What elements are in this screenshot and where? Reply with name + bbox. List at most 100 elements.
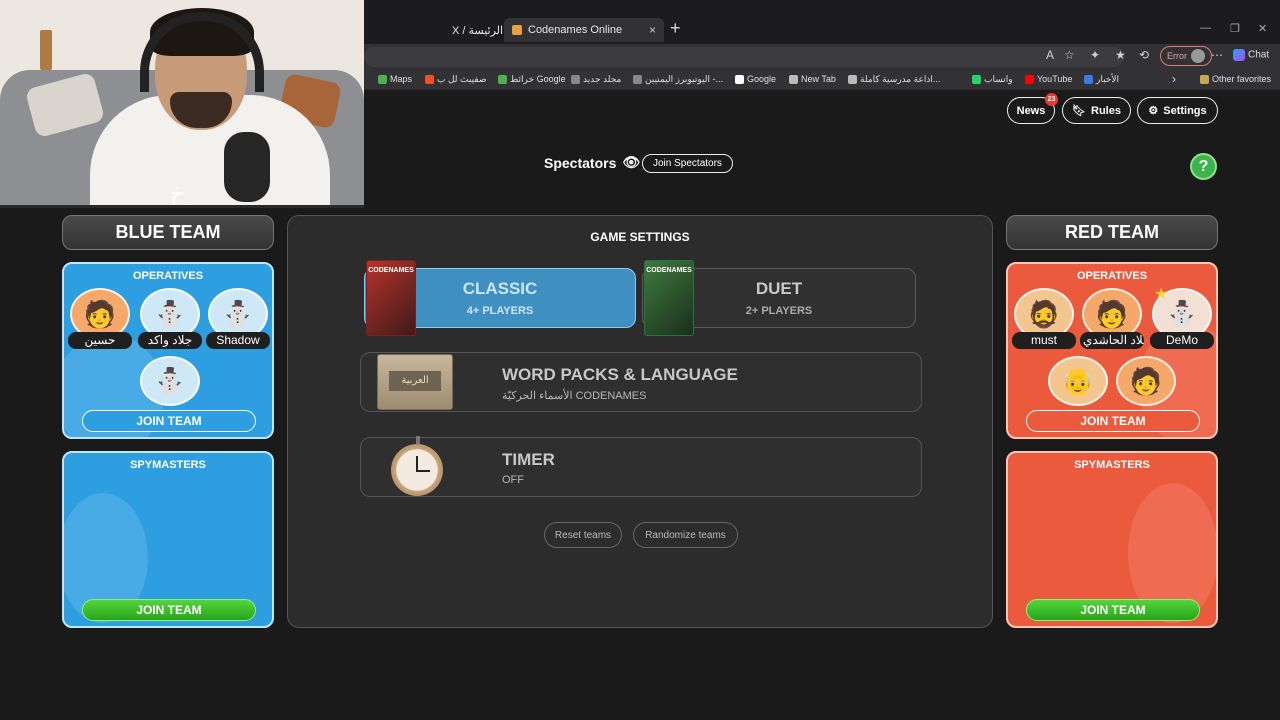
player-card[interactable]: 🧔 must: [1012, 288, 1076, 357]
favorite-item[interactable]: الأخبار: [1084, 74, 1119, 85]
favorite-label: مجلد جديد: [583, 74, 622, 84]
red-join-spymasters-button[interactable]: JOIN TEAM: [1026, 599, 1200, 621]
new-tab-icon[interactable]: +: [670, 18, 681, 39]
spymasters-title: SPYMASTERS: [1074, 459, 1150, 471]
favorite-label: Google: [747, 74, 777, 84]
timer-button[interactable]: TIMER OFF: [360, 436, 922, 497]
settings-button[interactable]: ⚙ Settings: [1137, 97, 1218, 124]
game-settings-panel: GAME SETTINGS CLASSIC 4+ PLAYERS CODENAM…: [287, 215, 993, 628]
favorite-item[interactable]: مجلد جديد: [571, 74, 621, 85]
more-menu-icon[interactable]: ⋯: [1211, 48, 1223, 62]
favorite-item[interactable]: اذاعة مدرسية كاملة...: [848, 74, 940, 85]
randomize-teams-button[interactable]: Randomize teams: [633, 522, 738, 548]
extensions-icon[interactable]: ✦: [1090, 48, 1100, 62]
favorite-item[interactable]: Google: [735, 74, 776, 84]
spectators-label: Spectators 👁︎: [544, 154, 640, 171]
favorite-label: اذاعة مدرسية كاملة...: [860, 74, 941, 84]
blue-spymasters-panel: SPYMASTERS JOIN TEAM: [62, 451, 274, 628]
blue-join-operatives-button[interactable]: JOIN TEAM: [82, 410, 256, 432]
word-packs-button[interactable]: العربية WORD PACKS & LANGUAGE الأسماء ال…: [360, 352, 922, 412]
box-label: CODENAMES: [646, 267, 692, 274]
restore-icon[interactable]: ❐: [1230, 22, 1240, 35]
chat-button[interactable]: Chat: [1233, 49, 1269, 61]
avatar: 👴: [1048, 356, 1108, 406]
reset-teams-button[interactable]: Reset teams: [544, 522, 622, 548]
tab-label: Codenames Online: [528, 24, 623, 36]
help-button[interactable]: ?: [1190, 153, 1217, 180]
favorite-label: صفيبث لل ب: [437, 74, 487, 84]
history-icon[interactable]: ⟲: [1139, 48, 1149, 62]
favorite-item[interactable]: اليوتيوبرز اليمنيين -...: [633, 74, 723, 85]
favorite-item[interactable]: Maps: [378, 74, 412, 84]
classic-box-art: CODENAMES: [366, 260, 416, 336]
chevron-right-icon[interactable]: ›: [1172, 72, 1176, 86]
favorites-icon[interactable]: ★: [1115, 48, 1126, 62]
favorite-item[interactable]: واتساب: [972, 74, 1013, 85]
window-close-icon[interactable]: ✕: [1258, 22, 1267, 35]
favorite-label: New Tab: [801, 74, 836, 84]
player-card[interactable]: ⛄: [138, 356, 202, 406]
bookmark-icon: 🔖︎: [1072, 105, 1086, 117]
favicon-icon: [498, 75, 507, 84]
stopwatch-icon: [391, 436, 443, 496]
shelf-decor: [40, 30, 52, 70]
favorite-star-icon[interactable]: ☆: [1064, 48, 1075, 62]
codenames-favicon-icon: [512, 25, 522, 35]
minimize-icon[interactable]: —: [1200, 22, 1211, 34]
microphone-icon: [224, 132, 270, 202]
other-favorites[interactable]: Other favorites: [1200, 74, 1271, 84]
word-packs-title: WORD PACKS & LANGUAGE: [502, 365, 738, 384]
other-favorites-label: Other favorites: [1212, 74, 1272, 84]
read-aloud-icon[interactable]: A: [1046, 48, 1054, 62]
red-join-operatives-button[interactable]: JOIN TEAM: [1026, 410, 1200, 432]
favicon-icon: [789, 74, 798, 84]
player-card[interactable]: 🧑 جلاد الحاشدي: [1080, 288, 1144, 357]
box-label: CODENAMES: [368, 267, 414, 274]
webcam-overlay: خ: [0, 0, 364, 208]
timer-title: TIMER: [502, 450, 555, 469]
duet-box-art: CODENAMES: [644, 260, 694, 336]
blue-team-header: BLUE TEAM: [62, 215, 274, 250]
url-field[interactable]: [364, 47, 1124, 67]
player-card[interactable]: ⛄ جلاد واكد: [138, 288, 202, 357]
error-label: Error: [1167, 51, 1187, 61]
player-name: جلاد واكد: [138, 332, 202, 349]
player-card[interactable]: ⛄ Shadow: [206, 288, 270, 357]
favorite-item[interactable]: New Tab: [789, 74, 836, 84]
favicon-icon: [425, 75, 434, 84]
favorite-label: Maps: [390, 74, 413, 84]
spymasters-title: SPYMASTERS: [130, 459, 206, 471]
profile-error-button[interactable]: Error: [1160, 46, 1212, 66]
streamer-logo: خ: [170, 180, 186, 208]
player-name: جلاد الحاشدي: [1080, 332, 1144, 349]
rules-button[interactable]: 🔖︎ Rules: [1062, 97, 1131, 124]
eye-icon: 👁︎: [622, 154, 641, 170]
game-settings-title: GAME SETTINGS: [590, 230, 690, 244]
news-button[interactable]: News 23: [1007, 93, 1058, 124]
favicon-icon: [735, 74, 744, 84]
player-name: Shadow: [206, 332, 270, 349]
favicon-icon: [1084, 75, 1093, 84]
mode-subtitle: 2+ PLAYERS: [745, 305, 813, 317]
rules-label: Rules: [1091, 104, 1121, 117]
blue-join-spymasters-button[interactable]: JOIN TEAM: [82, 599, 256, 621]
copilot-icon: [1233, 49, 1245, 61]
red-operatives-panel: OPERATIVES 🧔 must 🧑 جلاد الحاشدي ⛄ DeMo …: [1006, 262, 1218, 439]
favorite-label: خرائط Google: [510, 74, 566, 84]
player-card[interactable]: 🧑 حسين: [68, 288, 132, 357]
player-card[interactable]: 🧑: [1114, 356, 1178, 406]
favorite-item[interactable]: صفيبث لل ب: [425, 74, 487, 85]
join-spectators-button[interactable]: Join Spectators: [642, 154, 733, 173]
favicon-icon: [633, 75, 642, 84]
player-card[interactable]: 👴: [1046, 356, 1110, 406]
favorite-item[interactable]: YouTube: [1025, 74, 1072, 84]
gear-icon: ⚙: [1148, 105, 1159, 117]
tab-codenames[interactable]: Codenames Online ×: [504, 18, 664, 42]
favorite-label: الأخبار: [1096, 74, 1120, 84]
favorite-item[interactable]: خرائط Google: [498, 74, 566, 85]
close-icon[interactable]: ×: [649, 23, 656, 37]
screen: X / الرئيسة × Codenames Online × + — ❐ ✕…: [0, 0, 1280, 720]
favicon-icon: [1025, 74, 1034, 84]
favorite-label: YouTube: [1037, 74, 1073, 84]
news-badge: 23: [1045, 93, 1058, 106]
